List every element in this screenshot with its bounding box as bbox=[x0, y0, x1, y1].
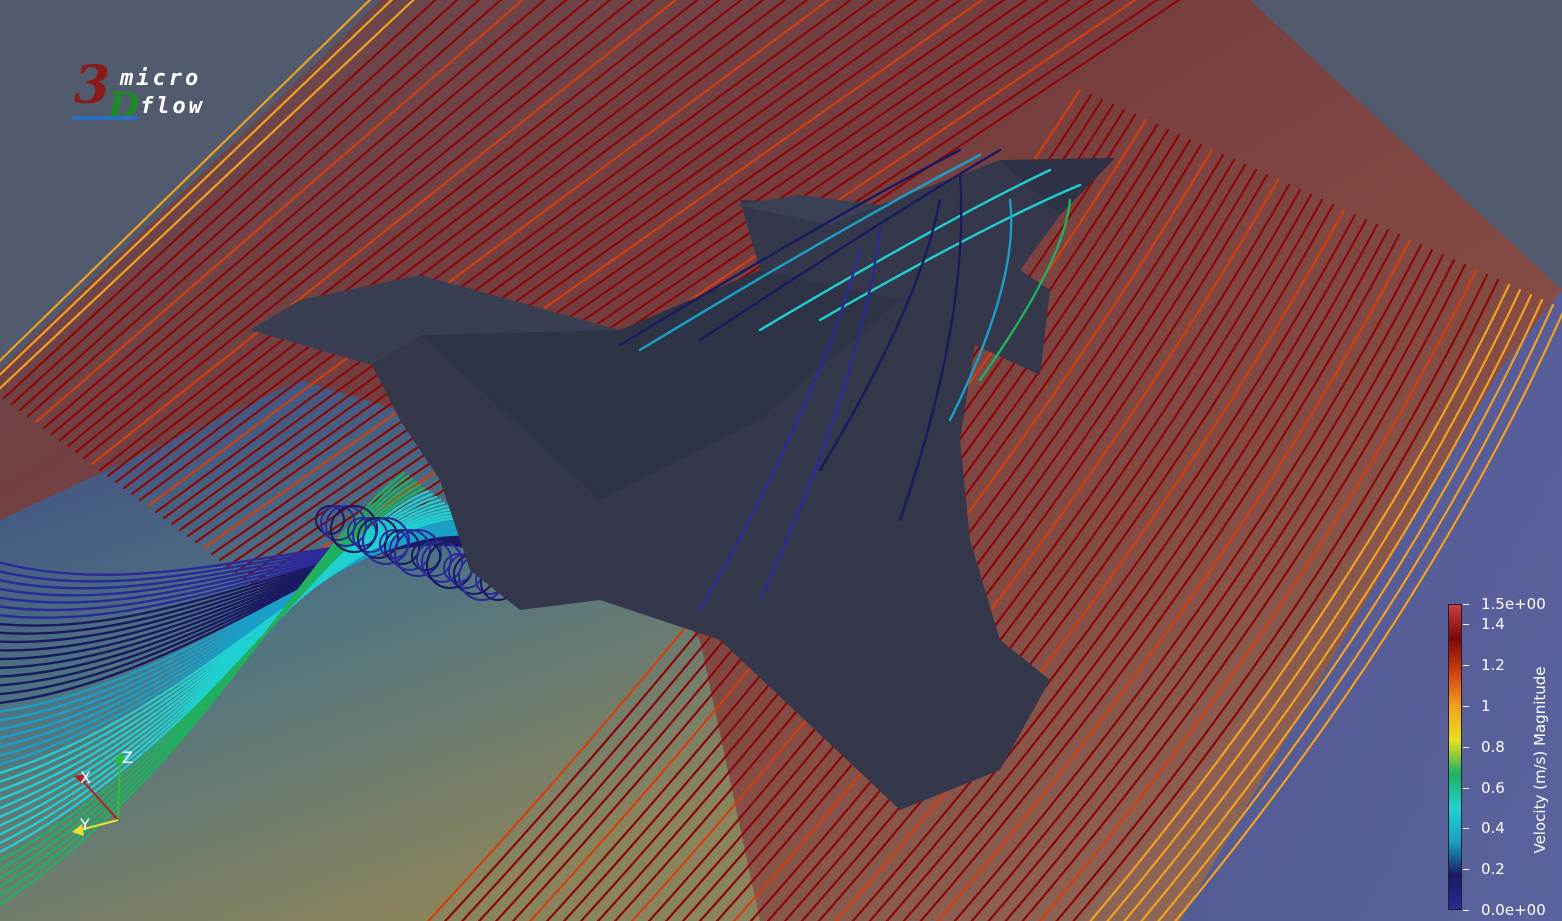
colorbar-tick-label: 0.0e+00 bbox=[1481, 901, 1546, 919]
axis-z-line bbox=[117, 761, 121, 821]
logo-word-bottom: flow bbox=[140, 94, 205, 119]
velocity-colorbar bbox=[1448, 604, 1462, 910]
logo-word-top: micro bbox=[120, 66, 202, 91]
colorbar-tick bbox=[1463, 665, 1469, 667]
colorbar-tick-label: 1.4 bbox=[1481, 615, 1505, 634]
colorbar-tick bbox=[1463, 706, 1469, 707]
logo-swoosh bbox=[72, 116, 138, 120]
colorbar-tick bbox=[1463, 787, 1469, 789]
colorbar-tick-label: 1.5e+00 bbox=[1481, 595, 1546, 613]
colorbar-tick bbox=[1463, 869, 1469, 871]
colorbar-tick-label: 0.2 bbox=[1481, 860, 1505, 879]
colorbar-tick-label: 1 bbox=[1481, 697, 1491, 715]
orientation-axes-glyph bbox=[72, 752, 126, 836]
colorbar-tick bbox=[1463, 910, 1469, 911]
colorbar-tick-label: 0.4 bbox=[1481, 819, 1505, 838]
axis-x-label: X bbox=[80, 768, 91, 787]
render-viewport[interactable]: 3 D micro flow Z X Y 1.5e+00 1.4 1.2 1 0.8 0.… bbox=[0, 0, 1562, 921]
logo-digit: 3 bbox=[74, 55, 111, 116]
flow-domain bbox=[0, 0, 1562, 921]
colorbar-title: Velocity (m/s) Magnitude bbox=[1531, 666, 1549, 854]
colorbar-tick-label: 0.8 bbox=[1481, 737, 1505, 756]
colorbar-tick bbox=[1463, 828, 1469, 830]
colorbar-tick-label: 1.2 bbox=[1481, 656, 1505, 675]
colorbar-tick-label: 0.6 bbox=[1481, 778, 1505, 797]
flow-scene bbox=[0, 0, 1562, 921]
axis-z-label: Z bbox=[122, 748, 133, 767]
axis-y-label: Y bbox=[80, 815, 90, 834]
orientation-axes: Z X Y bbox=[60, 740, 150, 840]
micro-3d-flow-logo: 3 D micro flow bbox=[68, 60, 218, 130]
colorbar-tick bbox=[1463, 624, 1469, 626]
colorbar-tick bbox=[1463, 604, 1469, 605]
colorbar-tick bbox=[1463, 746, 1469, 748]
